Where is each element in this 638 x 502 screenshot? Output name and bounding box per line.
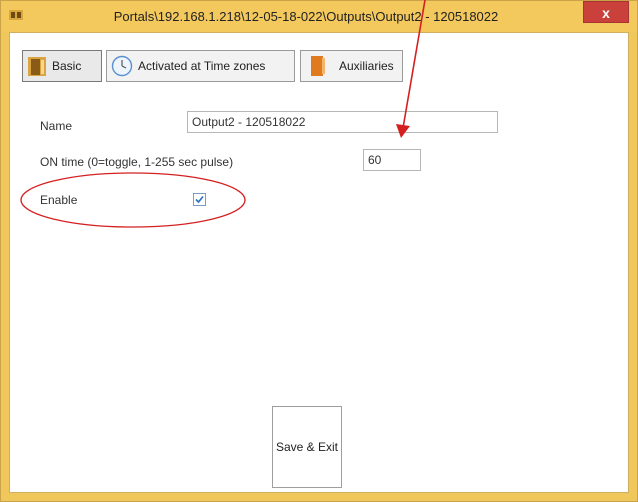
- name-label: Name: [40, 119, 73, 133]
- on-time-label: ON time (0=toggle, 1-255 sec pulse): [40, 155, 234, 169]
- door-icon: [311, 56, 325, 76]
- close-button[interactable]: x: [583, 1, 629, 23]
- on-time-field[interactable]: 60: [363, 149, 421, 171]
- tab-time-zones[interactable]: Activated at Time zones: [106, 50, 295, 82]
- door-icon: [28, 57, 46, 76]
- tab-auxiliaries[interactable]: Auxiliaries: [300, 50, 403, 82]
- dialog-window: Portals\192.168.1.218\12-05-18-022\Outpu…: [0, 0, 638, 502]
- title-bar[interactable]: Portals\192.168.1.218\12-05-18-022\Outpu…: [1, 1, 637, 32]
- clock-icon: [111, 55, 133, 77]
- dialog-body: Basic Activated at Time zones Auxiliarie…: [9, 32, 629, 493]
- name-field[interactable]: Output2 - 120518022: [187, 111, 498, 133]
- checkmark-icon: [195, 195, 204, 204]
- window-title: Portals\192.168.1.218\12-05-18-022\Outpu…: [113, 9, 499, 24]
- tab-time-zones-label: Activated at Time zones: [138, 59, 266, 73]
- enable-label: Enable: [40, 193, 78, 207]
- tab-auxiliaries-label: Auxiliaries: [339, 59, 394, 73]
- app-icon: [9, 10, 23, 20]
- enable-checkbox[interactable]: [193, 193, 206, 206]
- tab-basic[interactable]: Basic: [22, 50, 102, 82]
- tab-basic-label: Basic: [52, 59, 82, 73]
- save-exit-button[interactable]: Save & Exit: [272, 406, 342, 488]
